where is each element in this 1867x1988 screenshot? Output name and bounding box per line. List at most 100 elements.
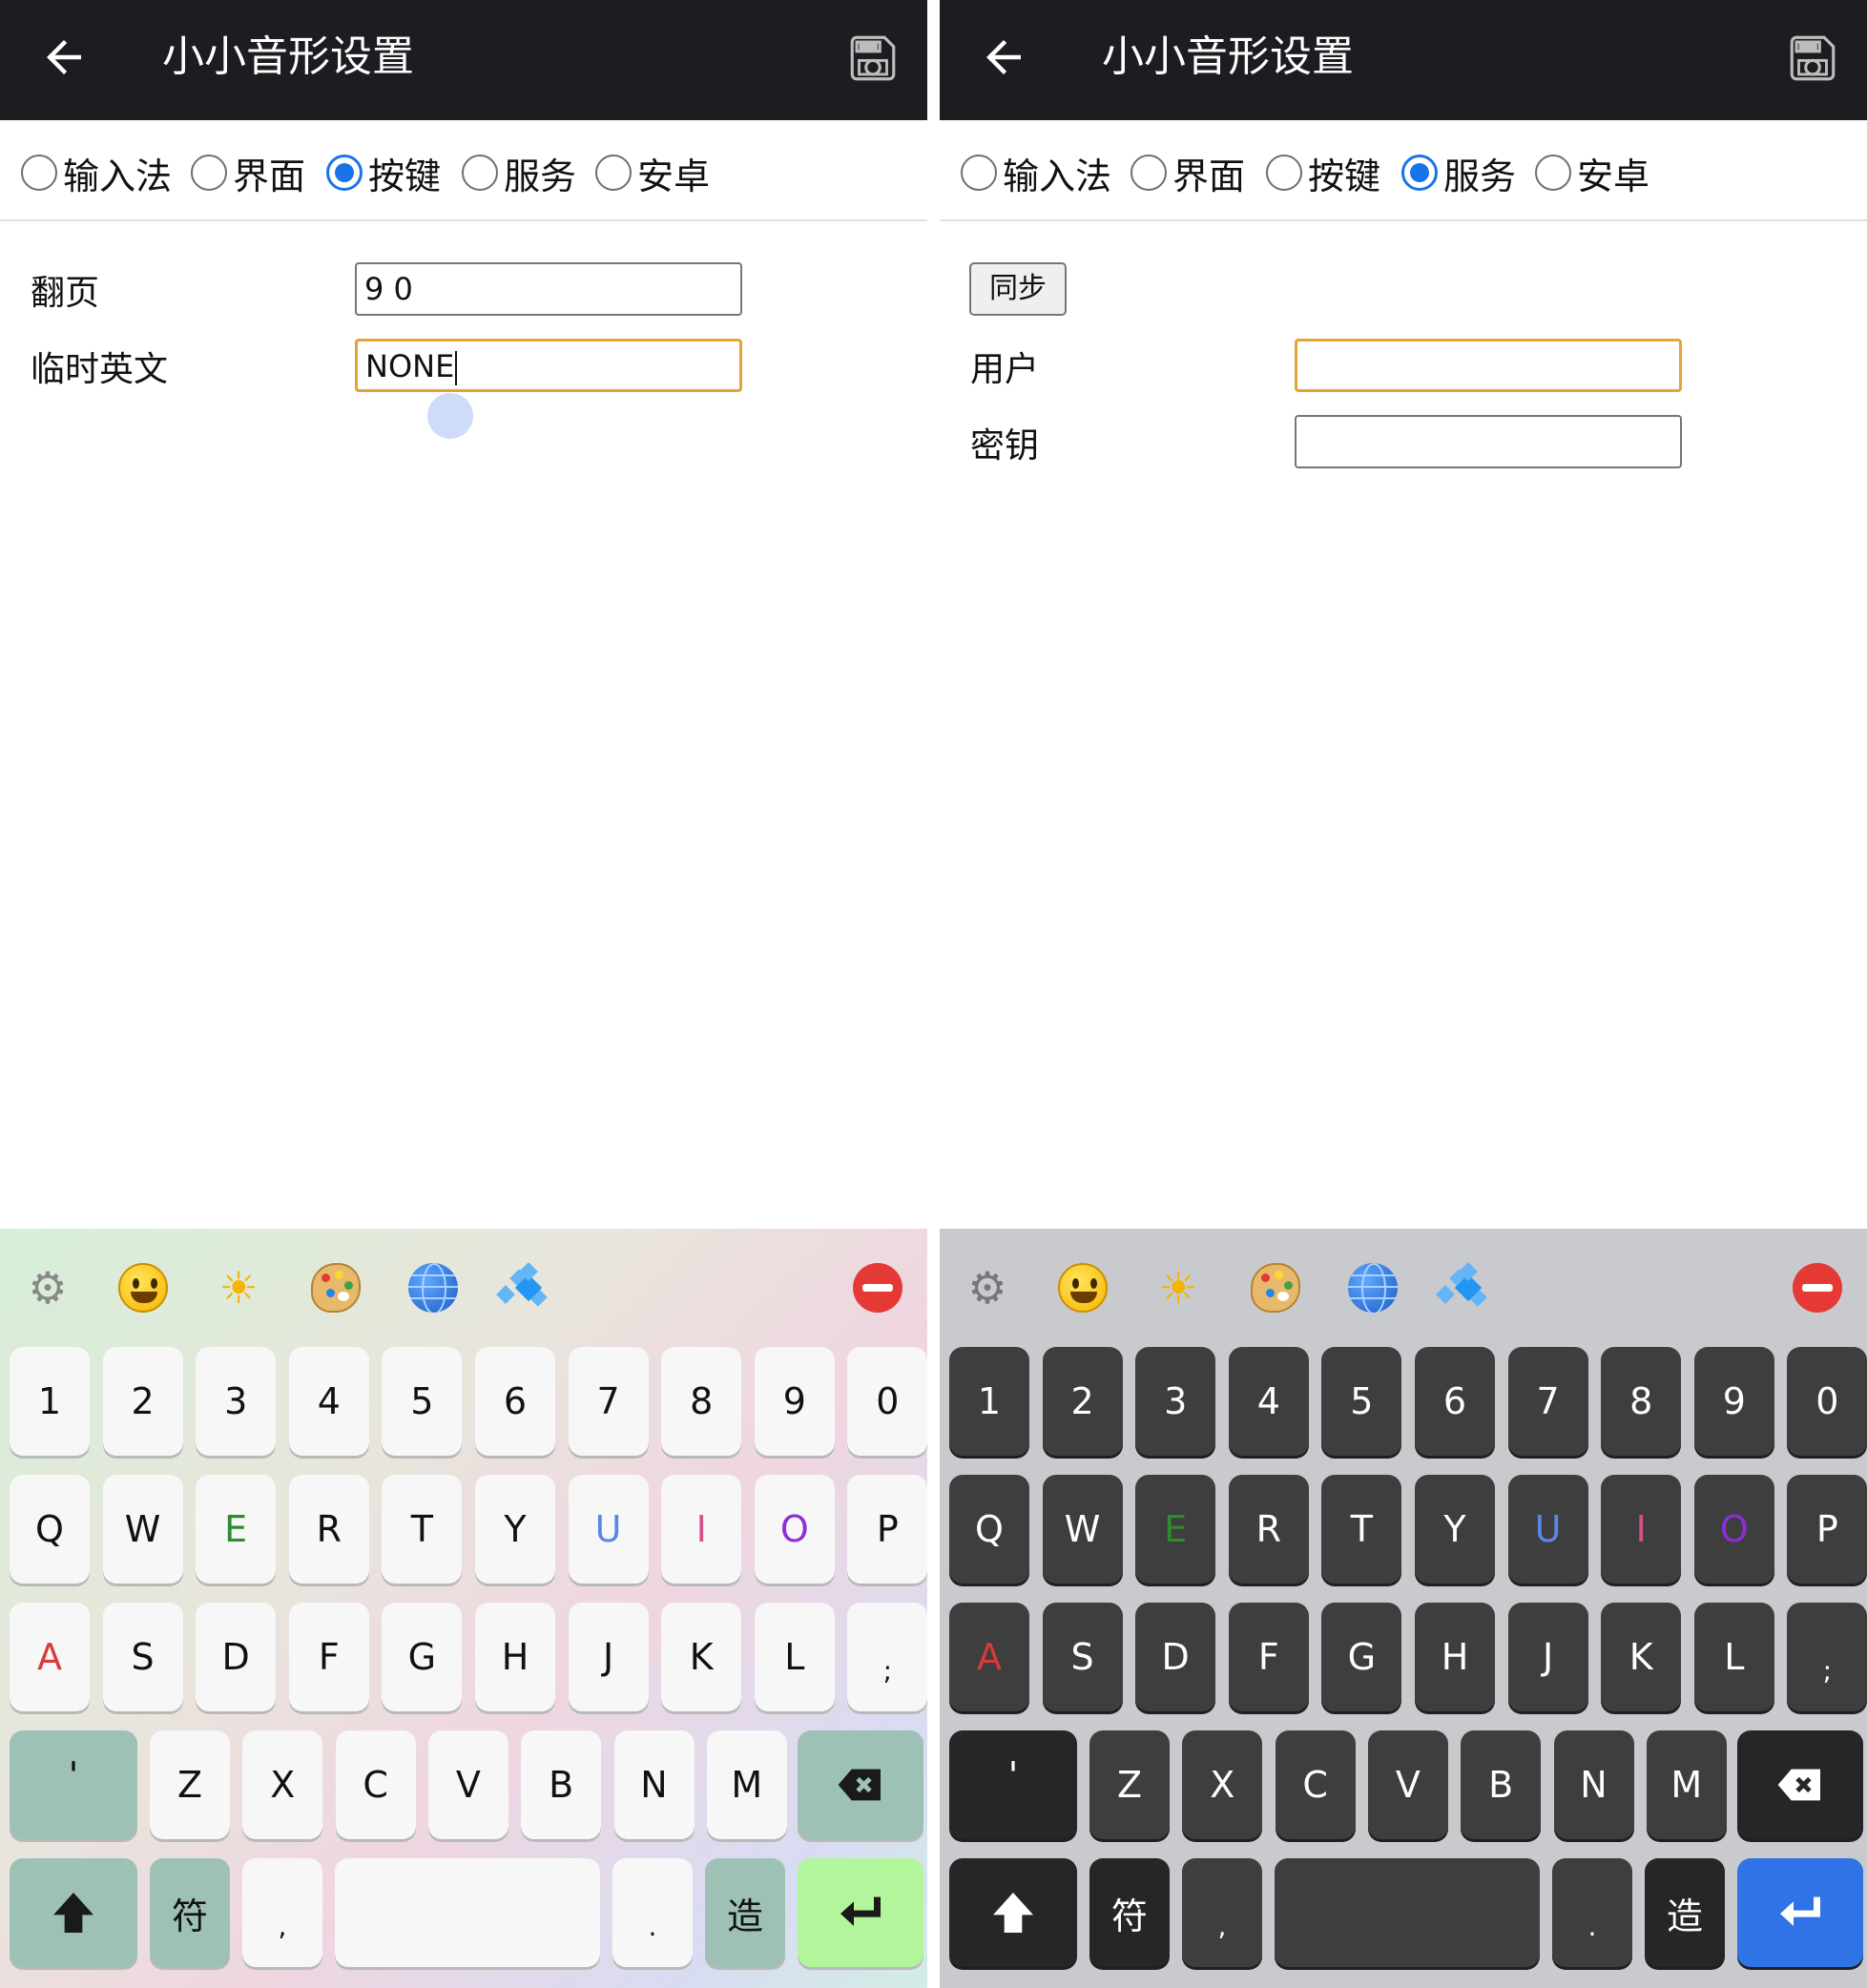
- stop-icon[interactable]: [853, 1263, 902, 1313]
- key-semicolon[interactable]: ;: [1787, 1603, 1867, 1711]
- key-z[interactable]: Z: [150, 1730, 230, 1839]
- key-m[interactable]: M: [1646, 1730, 1727, 1839]
- key-2[interactable]: 2: [1042, 1347, 1123, 1456]
- key-1[interactable]: 1: [10, 1347, 90, 1456]
- create-word-key[interactable]: 造: [1645, 1858, 1725, 1967]
- key-v[interactable]: V: [1367, 1730, 1448, 1839]
- tab-service[interactable]: 服务: [1401, 149, 1516, 197]
- key-n[interactable]: N: [613, 1730, 695, 1839]
- palette-icon[interactable]: [311, 1263, 361, 1313]
- key-l[interactable]: L: [1693, 1603, 1774, 1711]
- radio-button[interactable]: [191, 155, 227, 191]
- comma-key[interactable]: ,: [1182, 1858, 1262, 1967]
- key-9[interactable]: 9: [1693, 1347, 1774, 1456]
- diamond-icon[interactable]: [504, 1263, 553, 1313]
- temp-english-input[interactable]: NONE: [355, 339, 742, 392]
- key-a[interactable]: A: [949, 1603, 1029, 1711]
- tab-interface[interactable]: 界面: [191, 149, 305, 197]
- tab-input-method[interactable]: 输入法: [961, 149, 1111, 197]
- floppy-disk-icon[interactable]: [1785, 31, 1840, 86]
- key-5[interactable]: 5: [1321, 1347, 1402, 1456]
- diamond-icon[interactable]: [1443, 1263, 1493, 1313]
- key-8[interactable]: 8: [661, 1347, 742, 1456]
- key-y[interactable]: Y: [475, 1475, 555, 1584]
- globe-icon[interactable]: [408, 1263, 458, 1313]
- smiley-icon[interactable]: [118, 1263, 168, 1313]
- gear-icon[interactable]: ⚙: [963, 1263, 1012, 1313]
- key-h[interactable]: H: [475, 1603, 555, 1711]
- period-key[interactable]: .: [1552, 1858, 1632, 1967]
- gear-icon[interactable]: ⚙: [23, 1263, 73, 1313]
- key-o[interactable]: O: [1693, 1475, 1774, 1584]
- radio-button[interactable]: [462, 155, 498, 191]
- arrow-left-icon[interactable]: [978, 31, 1029, 83]
- enter-key[interactable]: [798, 1858, 923, 1967]
- shift-key[interactable]: [10, 1858, 137, 1967]
- key-u[interactable]: U: [1507, 1475, 1588, 1584]
- tab-keys[interactable]: 按键: [1266, 149, 1380, 197]
- key-x[interactable]: X: [242, 1730, 323, 1839]
- key-t[interactable]: T: [1321, 1475, 1402, 1584]
- sun-icon[interactable]: ☀: [214, 1263, 263, 1313]
- key-9[interactable]: 9: [754, 1347, 835, 1456]
- tab-android[interactable]: 安卓: [1535, 149, 1649, 197]
- globe-icon[interactable]: [1348, 1263, 1398, 1313]
- backspace-key[interactable]: [798, 1730, 923, 1839]
- key-8[interactable]: 8: [1601, 1347, 1682, 1456]
- key-0[interactable]: 0: [1787, 1347, 1867, 1456]
- key-a[interactable]: A: [10, 1603, 90, 1711]
- secret-key-input[interactable]: [1295, 415, 1682, 468]
- cursor-handle[interactable]: [427, 393, 473, 439]
- key-apostrophe[interactable]: ': [949, 1730, 1077, 1839]
- key-0[interactable]: 0: [847, 1347, 927, 1456]
- enter-key[interactable]: [1737, 1858, 1863, 1967]
- key-s[interactable]: S: [102, 1603, 183, 1711]
- key-s[interactable]: S: [1042, 1603, 1123, 1711]
- radio-button[interactable]: [1535, 155, 1571, 191]
- backspace-key[interactable]: [1737, 1730, 1863, 1839]
- key-i[interactable]: I: [1601, 1475, 1682, 1584]
- key-p[interactable]: P: [1787, 1475, 1867, 1584]
- tab-interface[interactable]: 界面: [1131, 149, 1245, 197]
- key-b[interactable]: B: [1461, 1730, 1542, 1839]
- key-l[interactable]: L: [754, 1603, 835, 1711]
- user-input[interactable]: [1295, 339, 1682, 392]
- key-f[interactable]: F: [288, 1603, 369, 1711]
- key-5[interactable]: 5: [382, 1347, 463, 1456]
- palette-icon[interactable]: [1251, 1263, 1300, 1313]
- sync-button[interactable]: 同步: [969, 262, 1067, 316]
- radio-button[interactable]: [1131, 155, 1167, 191]
- tab-keys[interactable]: 按键: [326, 149, 441, 197]
- key-c[interactable]: C: [335, 1730, 416, 1839]
- key-n[interactable]: N: [1553, 1730, 1634, 1839]
- tab-service[interactable]: 服务: [462, 149, 576, 197]
- key-g[interactable]: G: [382, 1603, 463, 1711]
- key-q[interactable]: Q: [10, 1475, 90, 1584]
- key-2[interactable]: 2: [102, 1347, 183, 1456]
- key-7[interactable]: 7: [1507, 1347, 1588, 1456]
- key-j[interactable]: J: [1507, 1603, 1588, 1711]
- key-p[interactable]: P: [847, 1475, 927, 1584]
- key-h[interactable]: H: [1415, 1603, 1495, 1711]
- period-key[interactable]: .: [612, 1858, 693, 1967]
- key-f[interactable]: F: [1228, 1603, 1309, 1711]
- key-d[interactable]: D: [196, 1603, 277, 1711]
- key-1[interactable]: 1: [949, 1347, 1029, 1456]
- floppy-disk-icon[interactable]: [845, 31, 901, 86]
- key-7[interactable]: 7: [568, 1347, 649, 1456]
- key-6[interactable]: 6: [1415, 1347, 1495, 1456]
- key-k[interactable]: K: [661, 1603, 742, 1711]
- key-k[interactable]: K: [1601, 1603, 1682, 1711]
- space-bar[interactable]: [335, 1858, 600, 1967]
- radio-button[interactable]: [21, 155, 57, 191]
- key-j[interactable]: J: [568, 1603, 649, 1711]
- tab-android[interactable]: 安卓: [595, 149, 710, 197]
- shift-key[interactable]: [949, 1858, 1077, 1967]
- key-e[interactable]: E: [196, 1475, 277, 1584]
- create-word-key[interactable]: 造: [705, 1858, 785, 1967]
- stop-icon[interactable]: [1793, 1263, 1842, 1313]
- comma-key[interactable]: ,: [242, 1858, 322, 1967]
- page-turn-input[interactable]: 9 0: [355, 262, 742, 316]
- key-q[interactable]: Q: [949, 1475, 1029, 1584]
- key-r[interactable]: R: [1228, 1475, 1309, 1584]
